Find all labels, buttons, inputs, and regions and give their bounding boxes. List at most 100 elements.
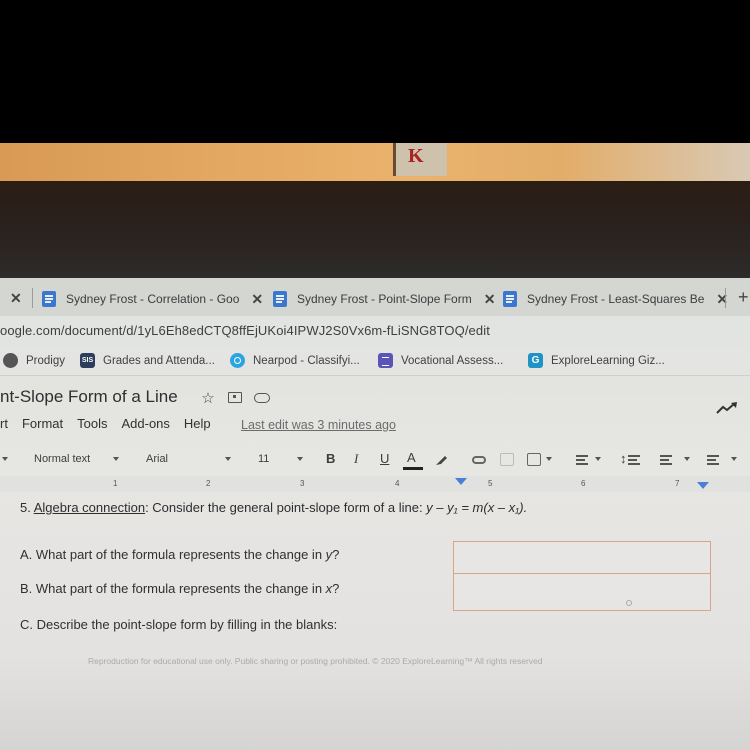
underline-button[interactable]: U <box>380 451 389 466</box>
align-left-icon[interactable] <box>576 455 588 465</box>
photo-background-wall <box>0 143 750 181</box>
insert-comment-icon[interactable] <box>500 453 514 466</box>
bookmark-label: Prodigy <box>26 354 65 367</box>
close-tab-icon[interactable]: ✕ <box>251 291 263 308</box>
right-margin-marker[interactable] <box>697 482 709 489</box>
nearpod-icon <box>230 353 245 368</box>
sub-question-end: ? <box>332 581 340 596</box>
font-select[interactable]: Arial <box>146 453 168 465</box>
sub-question-end: ? <box>332 547 340 562</box>
question-5: 5. Algebra connection: Consider the gene… <box>20 500 527 515</box>
menu-add-ons[interactable]: Add-ons <box>121 416 169 431</box>
right-indent-marker[interactable] <box>455 478 467 485</box>
align-dropdown-caret-icon[interactable] <box>595 457 601 461</box>
font-dropdown-caret-icon[interactable] <box>225 457 231 461</box>
photo-wall-sign-letter: K <box>408 145 424 167</box>
tab-correlation[interactable]: Sydney Frost - Correlation - Goo ✕ <box>42 286 263 312</box>
photo-dark-area <box>0 0 750 143</box>
cloud-status-icon[interactable] <box>254 393 270 403</box>
line-spacing-icon[interactable]: ↕ <box>620 451 627 466</box>
bookmark-grades[interactable]: SIS Grades and Attenda... <box>80 353 215 368</box>
bookmark-label: ExploreLearning Giz... <box>551 354 665 367</box>
close-tab-icon[interactable]: ✕ <box>484 291 496 308</box>
monitor-bezel <box>0 181 750 278</box>
sub-question-text: B. What part of the formula represents t… <box>20 581 326 596</box>
url-text[interactable]: oogle.com/document/d/1yL6Eh8edCTQ8ffEjUK… <box>0 323 490 338</box>
tab-least-squares[interactable]: Sydney Frost - Least-Squares Be ✕ <box>503 286 728 312</box>
answer-box-b[interactable] <box>453 573 711 611</box>
copyright-footer: Reproduction for educational use only. P… <box>88 656 543 666</box>
ruler-tick-label: 2 <box>206 479 211 488</box>
google-docs-icon <box>273 291 287 307</box>
bulleted-list-icon[interactable] <box>707 455 719 465</box>
bookmark-nearpod[interactable]: Nearpod - Classifyi... <box>230 353 360 368</box>
sub-question-text: A. What part of the formula represents t… <box>20 547 326 562</box>
star-icon[interactable]: ☆ <box>200 389 216 407</box>
tab-point-slope[interactable]: Sydney Frost - Point-Slope Form ✕ <box>273 286 495 312</box>
insert-link-icon[interactable] <box>472 456 486 464</box>
text-color-indicator <box>403 467 423 470</box>
font-size-select[interactable]: 11 <box>258 453 269 465</box>
document-title[interactable]: nt-Slope Form of a Line <box>0 387 178 407</box>
bookmark-label: Grades and Attenda... <box>103 354 215 367</box>
menu-bar: rt Format Tools Add-ons Help <box>0 416 225 431</box>
activity-trend-icon[interactable] <box>716 402 738 414</box>
paragraph-style-select[interactable]: Normal text <box>34 453 90 465</box>
tab-title: Sydney Frost - Correlation - Goo <box>66 292 240 306</box>
size-dropdown-caret-icon[interactable] <box>297 457 303 461</box>
insert-image-icon[interactable] <box>527 453 541 466</box>
bookmark-label: Nearpod - Classifyi... <box>253 354 360 367</box>
forms-icon <box>378 353 393 368</box>
question-text: : Consider the general point-slope form … <box>145 500 427 515</box>
ruler[interactable]: 1 2 3 4 5 6 7 <box>0 476 750 492</box>
sub-question-a: A. What part of the formula represents t… <box>20 547 339 562</box>
move-to-folder-icon[interactable] <box>228 392 242 403</box>
sub-question-text: C. Describe the point-slope form by fill… <box>20 617 338 632</box>
bookmark-prodigy[interactable]: Prodigy <box>3 353 65 368</box>
bulleted-list-caret-icon[interactable] <box>731 457 737 461</box>
style-dropdown-caret-icon[interactable] <box>113 457 119 461</box>
tab-title: Sydney Frost - Least-Squares Be <box>527 292 705 306</box>
title-icons: ☆ <box>200 389 270 407</box>
italic-button[interactable]: I <box>354 451 358 467</box>
google-docs-icon <box>42 291 56 307</box>
globe-icon <box>3 353 18 368</box>
numbered-list-icon[interactable] <box>660 455 672 465</box>
image-dropdown-caret-icon[interactable] <box>546 457 552 461</box>
menu-tools[interactable]: Tools <box>77 416 107 431</box>
close-tab-icon[interactable]: ✕ <box>716 291 728 308</box>
ruler-tick-label: 4 <box>395 479 400 488</box>
line-spacing-lines-icon <box>628 455 640 465</box>
browser-screen: ✕ Sydney Frost - Correlation - Goo ✕ Syd… <box>0 278 750 750</box>
algebra-connection-link[interactable]: Algebra connection <box>34 500 145 515</box>
mouse-cursor-icon <box>626 600 632 606</box>
bookmark-label: Vocational Assess... <box>401 354 504 367</box>
bookmark-vocational[interactable]: Vocational Assess... <box>378 353 503 368</box>
google-docs-icon <box>503 291 517 307</box>
menu-format[interactable]: Format <box>22 416 63 431</box>
close-tab-icon[interactable]: ✕ <box>10 290 22 307</box>
zoom-dropdown-caret-icon[interactable] <box>2 457 8 461</box>
menu-insert[interactable]: rt <box>0 416 8 431</box>
address-bar[interactable]: oogle.com/document/d/1yL6Eh8edCTQ8ffEjUK… <box>0 316 750 346</box>
new-tab-button[interactable]: + <box>738 287 749 308</box>
gizmos-icon: G <box>528 353 543 368</box>
tab-separator <box>32 288 33 308</box>
sis-icon: SIS <box>80 353 95 368</box>
bold-button[interactable]: B <box>326 451 335 466</box>
menu-help[interactable]: Help <box>184 416 211 431</box>
bookmark-gizmos[interactable]: G ExploreLearning Giz... <box>528 353 665 368</box>
tab-separator <box>725 288 726 308</box>
sub-question-c: C. Describe the point-slope form by fill… <box>20 617 337 632</box>
answer-box-a[interactable] <box>453 541 711 574</box>
sub-question-b: B. What part of the formula represents t… <box>20 581 339 596</box>
formatting-toolbar: Normal text Arial 11 B I U A ↕ <box>0 448 750 474</box>
tab-strip: ✕ Sydney Frost - Correlation - Goo ✕ Syd… <box>0 278 750 316</box>
highlight-pen-icon[interactable] <box>434 454 448 466</box>
text-color-button[interactable]: A <box>407 450 416 465</box>
question-number: 5. <box>20 500 31 515</box>
bookmarks-bar: Prodigy SIS Grades and Attenda... Nearpo… <box>0 346 750 376</box>
last-edit-link[interactable]: Last edit was 3 minutes ago <box>241 418 396 432</box>
ruler-tick-label: 7 <box>675 479 680 488</box>
numbered-list-caret-icon[interactable] <box>684 457 690 461</box>
